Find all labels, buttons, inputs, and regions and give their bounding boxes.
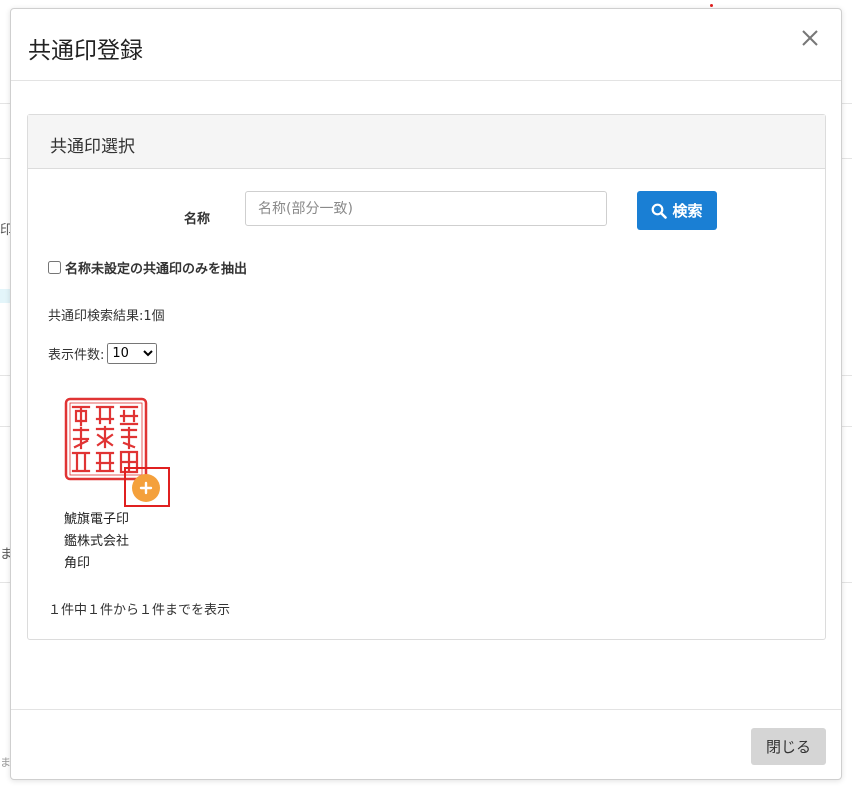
- page-size-label: 表示件数:: [48, 348, 105, 363]
- plus-icon: [132, 474, 160, 502]
- name-search-input[interactable]: [245, 191, 607, 226]
- result-count: 共通印検索結果:1個: [48, 309, 165, 324]
- seal-card: 鯱旗電子印 鑑株式会社 角印: [64, 397, 184, 571]
- search-button-label: 検索: [672, 202, 703, 220]
- search-icon: [652, 203, 668, 219]
- modal-title: 共通印登録: [28, 38, 143, 64]
- unnamed-filter-label: 名称未設定の共通印のみを抽出: [65, 262, 248, 277]
- search-button[interactable]: 検索: [637, 191, 717, 230]
- page-size-control: 表示件数: 10: [48, 343, 158, 364]
- page-size-select[interactable]: 10: [107, 343, 158, 364]
- modal-header: 共通印登録: [11, 9, 841, 81]
- pager-info: １件中１件から１件までを表示: [48, 603, 231, 618]
- seal-name: 鯱旗電子印 鑑株式会社 角印: [64, 509, 184, 575]
- modal-footer: 閉じる: [11, 709, 841, 782]
- seal-select-panel: 共通印選択 名称 検索 名称未設定の共通印のみを抽出 共通印検索結果:1個 表示…: [27, 114, 826, 640]
- background-dot: [710, 4, 713, 7]
- close-button[interactable]: 閉じる: [751, 728, 826, 765]
- panel-title: 共通印選択: [50, 137, 135, 157]
- unnamed-filter[interactable]: 名称未設定の共通印のみを抽出: [48, 258, 247, 277]
- panel-heading: 共通印選択: [28, 115, 825, 169]
- background-highlight: [0, 289, 10, 303]
- seal-name-line: 鯱旗電子印: [64, 512, 130, 527]
- seal-name-line: 鑑株式会社: [64, 534, 130, 549]
- seal-register-modal: 共通印登録 共通印選択 名称 検索 名称未設定の共通印のみを抽出 共通印検索結果…: [10, 8, 842, 780]
- add-seal-button[interactable]: [124, 467, 170, 507]
- close-icon[interactable]: [799, 27, 821, 49]
- name-label: 名称: [184, 212, 211, 227]
- seal-name-line: 角印: [64, 556, 91, 571]
- unnamed-filter-checkbox[interactable]: [48, 261, 61, 274]
